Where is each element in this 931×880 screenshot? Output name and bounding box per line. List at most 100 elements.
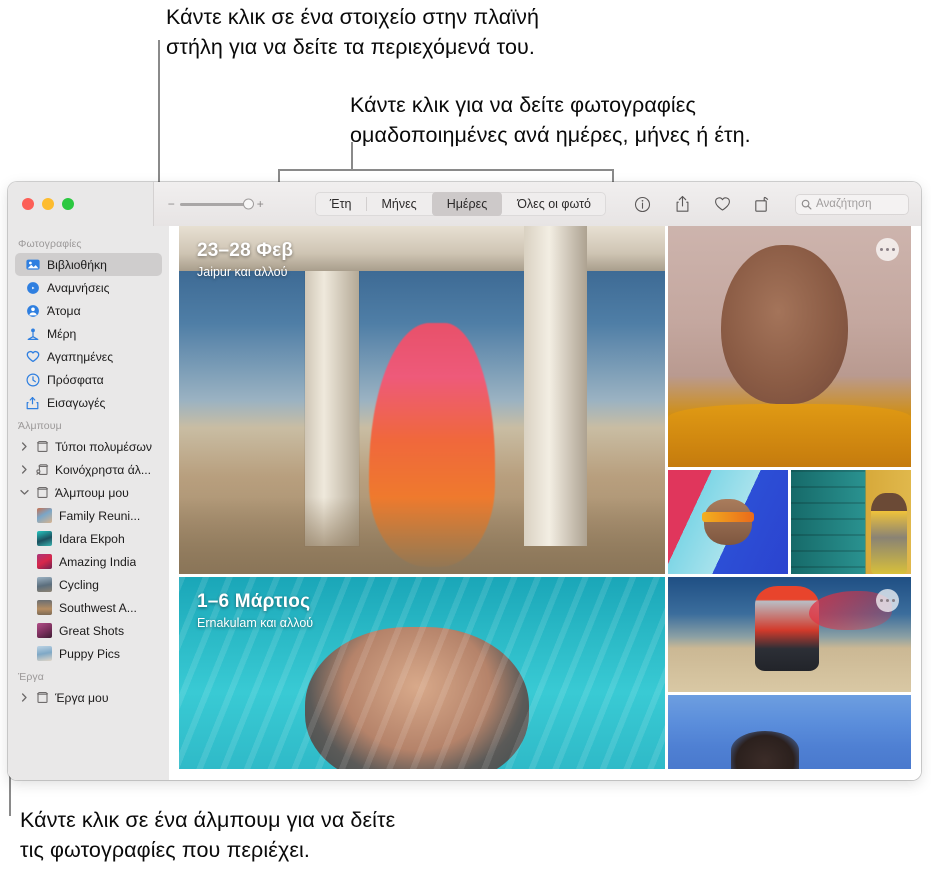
photo-grid: 23–28 Φεβ Jaipur και αλλού 1–6 Μάρτιος E… (169, 226, 921, 780)
zoom-slider-track[interactable] (179, 198, 254, 210)
callout-groupby-leader-stem (351, 142, 353, 171)
thumbnail-zoom-slider[interactable]: − + (168, 198, 264, 210)
share-icon[interactable] (673, 194, 691, 214)
recents-clock-icon (25, 372, 40, 387)
sidebar: Φωτογραφίες Βιβλιοθήκη Αναμνήσεις Άτομα … (8, 226, 169, 780)
memories-icon (25, 280, 40, 295)
group-by-segmented-control[interactable]: Έτη Μήνες Ημέρες Όλες οι φωτό (314, 192, 606, 216)
group-title: 23–28 Φεβ (197, 240, 294, 261)
sidebar-item-label: Cycling (59, 577, 99, 592)
toolbar-icon-group (633, 194, 771, 214)
sidebar-item-library[interactable]: Βιβλιοθήκη (15, 253, 162, 276)
segment-days[interactable]: Ημέρες (431, 192, 503, 216)
cyclist-red-scarf-photo[interactable] (668, 577, 911, 692)
sidebar-album-puppy-pics[interactable]: Puppy Pics (15, 642, 162, 665)
segment-months[interactable]: Μήνες (366, 192, 431, 216)
sidebar-header-photos: Φωτογραφίες (18, 238, 82, 250)
callout-sidebar-text: Κάντε κλικ σε ένα στοιχείο στην πλαϊνή σ… (166, 5, 540, 59)
sidebar-item-label: Family Reuni... (59, 508, 141, 523)
sidebar-album-amazing-india[interactable]: Amazing India (15, 550, 162, 573)
album-thumbnail (37, 646, 52, 661)
zoom-out-label: − (167, 197, 175, 211)
sidebar-item-shared-albums[interactable]: Κοινόχρηστα άλ... (15, 458, 162, 481)
sidebar-item-label: Puppy Pics (59, 646, 120, 661)
toolbar-left-region (8, 182, 153, 226)
photo-tile[interactable] (791, 470, 911, 574)
group-overlay-caption: 23–28 Φεβ Jaipur και αλλού (197, 240, 293, 279)
library-icon (25, 257, 40, 272)
zoom-slider-knob[interactable] (242, 198, 254, 210)
more-options-button[interactable] (876, 238, 899, 261)
window-body: Φωτογραφίες Βιβλιοθήκη Αναμνήσεις Άτομα … (8, 226, 921, 780)
sidebar-album-great-shots[interactable]: Great Shots (15, 619, 162, 642)
sidebar-item-people[interactable]: Άτομα (15, 299, 162, 322)
group-subtitle: Ernakulam και αλλού (197, 616, 314, 630)
blue-sky-person-photo[interactable] (668, 695, 911, 769)
sidebar-item-media-types[interactable]: Τύποι πολυμέσων (15, 435, 162, 458)
ground-shadow (179, 497, 665, 574)
sidebar-album-idara-ekpoh[interactable]: Idara Ekpoh (15, 527, 162, 550)
photo-tile-row (668, 470, 911, 574)
sidebar-item-label: Έργα μου (55, 690, 109, 705)
chevron-right-icon[interactable] (19, 442, 30, 451)
sidebar-item-label: Πρόσφατα (47, 372, 104, 387)
group-overlay-caption: 1–6 Μάρτιος Ernakulam και αλλού (197, 591, 313, 630)
sidebar-item-imports[interactable]: Εισαγωγές (15, 391, 162, 414)
search-placeholder: Αναζήτηση (816, 198, 872, 210)
woman-teal-door-photo[interactable] (791, 470, 911, 574)
sidebar-item-memories[interactable]: Αναμνήσεις (15, 276, 162, 299)
sidebar-item-label: Τύποι πολυμέσων (55, 439, 152, 454)
sidebar-item-my-albums[interactable]: Άλμπουμ μου (15, 481, 162, 504)
segment-years[interactable]: Έτη (315, 192, 367, 216)
photo-tile[interactable] (668, 577, 911, 692)
album-thumbnail (37, 623, 52, 638)
sidebar-item-favorites[interactable]: Αγαπημένες (15, 345, 162, 368)
sidebar-item-label: Αγαπημένες (47, 349, 114, 364)
sidebar-item-my-projects[interactable]: Έργα μου (15, 686, 162, 709)
sidebar-header-albums: Άλμπουμ (18, 420, 62, 432)
photo-tile[interactable] (668, 226, 911, 467)
close-window-button[interactable] (22, 198, 34, 210)
more-options-button[interactable] (876, 589, 899, 612)
chevron-right-icon[interactable] (19, 693, 30, 702)
group-hero-photo[interactable]: 1–6 Μάρτιος Ernakulam και αλλού (179, 577, 665, 769)
sidebar-album-family-reunion[interactable]: Family Reuni... (15, 504, 162, 527)
sidebar-header-projects: Έργα (18, 671, 44, 683)
minimize-window-button[interactable] (42, 198, 54, 210)
photo-group: 1–6 Μάρτιος Ernakulam και αλλού (179, 577, 911, 769)
callout-groupby-bracket-left (278, 169, 280, 183)
woman-orange-scarf-photo[interactable] (668, 226, 911, 467)
photo-tile[interactable] (668, 470, 788, 574)
heart-icon[interactable] (713, 194, 731, 214)
album-thumbnail (37, 577, 52, 592)
segment-all-photos[interactable]: Όλες οι φωτό (502, 192, 606, 216)
folder-icon (35, 439, 50, 454)
traffic-lights (22, 198, 74, 210)
sidebar-item-recents[interactable]: Πρόσφατα (15, 368, 162, 391)
imports-icon (25, 395, 40, 410)
sidebar-item-places[interactable]: Μέρη (15, 322, 162, 345)
group-side-photos (668, 577, 911, 769)
callout-album-text: Κάντε κλικ σε ένα άλμπουμ για να δείτε τ… (20, 808, 396, 862)
group-hero-photo[interactable]: 23–28 Φεβ Jaipur και αλλού (179, 226, 665, 574)
rotate-icon[interactable] (753, 194, 771, 214)
window-toolbar: − + Έτη Μήνες Ημέρες Όλες οι φωτό Αναζήτ… (8, 182, 921, 226)
callout-groupby-text: Κάντε κλικ για να δείτε φωτογραφίες ομαδ… (350, 93, 751, 147)
group-subtitle: Jaipur και αλλού (197, 265, 288, 279)
places-icon (25, 326, 40, 341)
chevron-right-icon[interactable] (19, 465, 30, 474)
group-side-photos (668, 226, 911, 574)
folder-icon (35, 690, 50, 705)
man-sunglasses-photo[interactable] (668, 470, 788, 574)
sidebar-item-label: Great Shots (59, 623, 125, 638)
people-icon (25, 303, 40, 318)
maximize-window-button[interactable] (62, 198, 74, 210)
sidebar-album-southwest[interactable]: Southwest A... (15, 596, 162, 619)
toolbar-right-region: − + Έτη Μήνες Ημέρες Όλες οι φωτό Αναζήτ… (152, 182, 921, 226)
sidebar-album-cycling[interactable]: Cycling (15, 573, 162, 596)
album-thumbnail (37, 508, 52, 523)
chevron-down-icon[interactable] (19, 489, 30, 496)
search-field[interactable]: Αναζήτηση (795, 193, 909, 215)
photo-tile[interactable] (668, 695, 911, 769)
info-icon[interactable] (633, 194, 651, 214)
